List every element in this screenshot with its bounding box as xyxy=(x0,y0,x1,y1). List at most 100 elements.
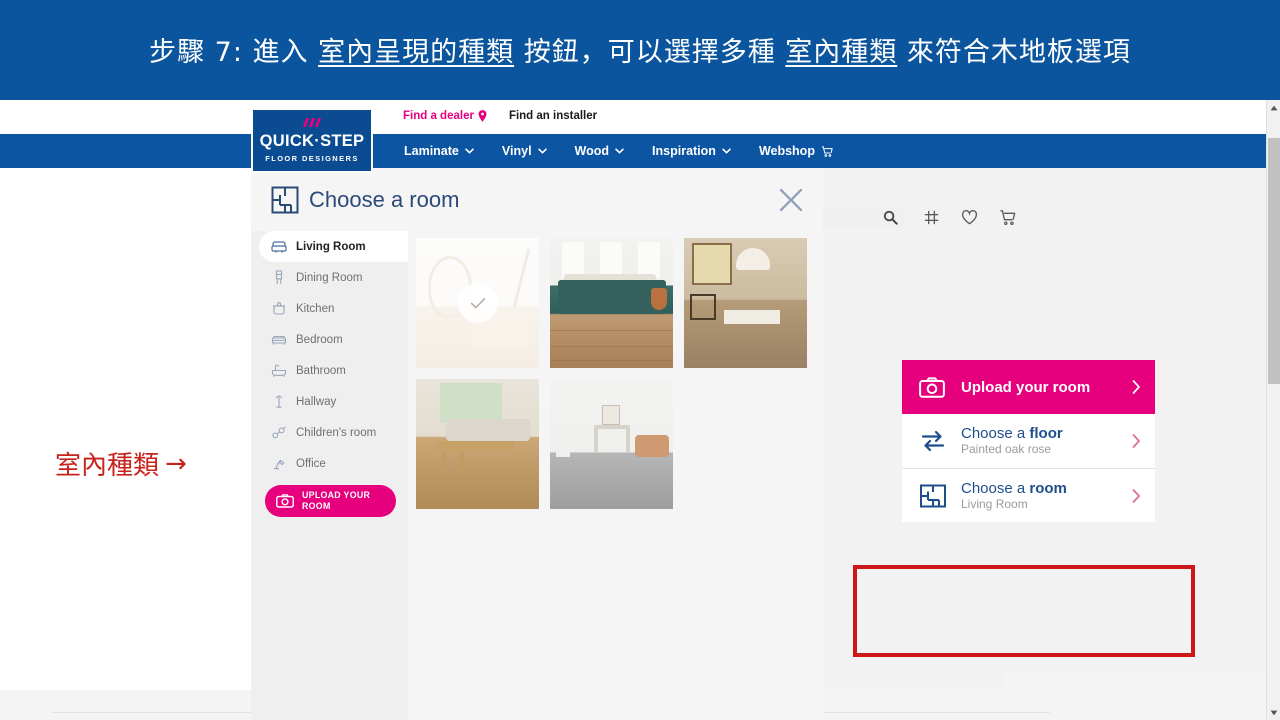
scrollbar-thumb[interactable] xyxy=(1268,138,1280,384)
banner-underline-2: 室內種類 xyxy=(785,37,898,68)
swap-arrows-icon xyxy=(921,430,945,452)
sidebar-item-kitchen-label: Kitchen xyxy=(296,302,335,315)
thumb-decor xyxy=(690,294,716,320)
thumb-decor xyxy=(550,360,673,361)
check-icon xyxy=(470,298,485,309)
coatrack-icon xyxy=(275,395,283,408)
nav-item-webshop[interactable]: Webshop xyxy=(759,144,833,158)
sidebar-item-bathroom[interactable]: Bathroom xyxy=(259,355,408,386)
upload-your-room-button[interactable]: Upload your room xyxy=(902,360,1155,414)
sidebar-upload-line2: ROOM xyxy=(302,501,331,511)
thumb-decor xyxy=(556,435,570,457)
sidebar-item-office-label: Office xyxy=(296,457,326,470)
sidebar-item-childrens-room[interactable]: Children's room xyxy=(259,417,408,448)
room-thumbnail-1[interactable] xyxy=(416,238,539,368)
nav-item-inspiration[interactable]: Inspiration xyxy=(652,144,731,158)
site-utility-bar: Find a dealer Find an installer xyxy=(0,100,1266,134)
sidebar-item-dining-room[interactable]: Dining Room xyxy=(259,262,408,293)
thumb-decor xyxy=(562,242,584,278)
thumb-decor xyxy=(692,243,732,285)
choose-a-floor-title-strong: floor xyxy=(1029,425,1063,442)
utility-icon-group xyxy=(922,208,1017,227)
sidebar-upload-line1: UPLOAD YOUR xyxy=(302,490,371,500)
upload-your-room-label: Upload your room xyxy=(961,378,1091,396)
sidebar-item-kitchen[interactable]: Kitchen xyxy=(259,293,408,324)
toy-icon xyxy=(272,426,286,439)
room-type-list: Living Room Dining Room Kitchen Bedroom … xyxy=(251,231,408,720)
search-submit-button[interactable] xyxy=(883,210,898,225)
floorplan-icon xyxy=(920,484,946,507)
thumb-decor xyxy=(436,441,514,451)
nav-item-laminate-label: Laminate xyxy=(404,144,459,158)
camera-icon xyxy=(276,494,294,508)
thumb-decor xyxy=(736,248,770,270)
browser-content: Find a dealer Find an installer Search L… xyxy=(0,100,1280,720)
find-an-installer-link[interactable]: Find an installer xyxy=(509,110,597,122)
annotation-banner: 步驟 7: 進入 室內呈現的種類 按鈕，可以選擇多種 室內種類 來符合木地板選項 xyxy=(0,0,1280,100)
chevron-down-icon xyxy=(537,148,547,154)
nav-item-vinyl[interactable]: Vinyl xyxy=(502,144,547,158)
room-visualizer-actions: Upload your room Choose a floor Painted … xyxy=(902,360,1155,522)
banner-suffix: 來符合木地板選項 xyxy=(897,37,1131,68)
chevron-right-icon xyxy=(1132,488,1140,503)
close-icon[interactable] xyxy=(777,186,805,214)
quickstep-logo[interactable]: QUICK·STEP FLOOR DESIGNERS xyxy=(251,108,373,173)
footer-block-right xyxy=(1003,673,1267,695)
choose-a-floor-title-prefix: Choose a xyxy=(961,425,1030,442)
scrollbar-down-arrow[interactable] xyxy=(1267,705,1280,720)
wishlist-heart-icon[interactable] xyxy=(960,208,979,227)
scrollbar-up-arrow[interactable] xyxy=(1267,100,1280,115)
chevron-down-icon xyxy=(615,148,624,154)
thumbnail-row xyxy=(416,379,823,509)
thumb-decor xyxy=(471,320,529,350)
utility-links: Find a dealer Find an installer xyxy=(403,110,597,122)
chevron-down-icon xyxy=(722,148,731,154)
choose-a-floor-title: Choose a floor xyxy=(961,425,1132,442)
thumb-decor xyxy=(724,310,780,324)
choose-a-room-title-strong: room xyxy=(1029,479,1067,497)
find-a-dealer-link[interactable]: Find a dealer xyxy=(403,110,487,122)
chair-icon xyxy=(275,270,283,284)
sidebar-item-living-room[interactable]: Living Room xyxy=(259,231,408,262)
sidebar-item-office[interactable]: Office xyxy=(259,448,408,479)
triangle-down-icon xyxy=(1270,710,1278,715)
sidebar-item-bedroom[interactable]: Bedroom xyxy=(259,324,408,355)
thumb-decor xyxy=(441,451,465,474)
choose-a-room-subtitle: Living Room xyxy=(961,496,1028,511)
room-thumbnail-3[interactable] xyxy=(684,238,807,368)
room-thumbnail-5[interactable] xyxy=(550,379,673,509)
chevron-down-icon xyxy=(465,148,474,154)
nav-item-laminate[interactable]: Laminate xyxy=(404,144,474,158)
sidebar-upload-label: UPLOAD YOUR ROOM xyxy=(302,490,370,512)
nav-item-list: Laminate Vinyl Wood Inspiration Webshop xyxy=(404,134,833,168)
bathtub-icon xyxy=(271,364,287,377)
room-thumbnail-4[interactable] xyxy=(416,379,539,509)
thumb-decor xyxy=(440,383,502,423)
room-thumbnail-2[interactable] xyxy=(550,238,673,368)
thumb-decor xyxy=(550,330,673,331)
left-annotation-arrow: → xyxy=(165,448,187,479)
thumb-decor xyxy=(558,280,666,314)
left-annotation: 室內種類 → xyxy=(55,445,187,482)
choose-a-room-button[interactable]: Choose a room Living Room xyxy=(902,468,1155,522)
sidebar-upload-your-room-button[interactable]: UPLOAD YOUR ROOM xyxy=(265,485,396,517)
logo-name: QUICK·STEP xyxy=(259,132,365,150)
thumb-decor xyxy=(635,435,669,457)
chevron-right-icon xyxy=(1132,380,1140,394)
room-thumbnail-grid xyxy=(408,231,823,720)
sidebar-item-hallway[interactable]: Hallway xyxy=(259,386,408,417)
search-icon xyxy=(883,210,898,225)
nav-item-wood[interactable]: Wood xyxy=(575,144,624,158)
thumbnail-row xyxy=(416,238,823,368)
logo-tagline: FLOOR DESIGNERS xyxy=(265,154,359,163)
banner-mid: 按鈕，可以選擇多種 xyxy=(514,37,786,68)
triangle-up-icon xyxy=(1270,105,1278,110)
choose-a-floor-button[interactable]: Choose a floor Painted oak rose xyxy=(902,414,1155,468)
camera-icon xyxy=(919,376,945,398)
cart-icon[interactable] xyxy=(998,208,1017,227)
choose-a-room-text: Choose a room Living Room xyxy=(961,480,1132,512)
page-scrollbar[interactable] xyxy=(1266,100,1280,720)
thumb-decor xyxy=(512,248,531,308)
compare-icon[interactable] xyxy=(922,208,941,227)
nav-item-vinyl-label: Vinyl xyxy=(501,144,532,158)
